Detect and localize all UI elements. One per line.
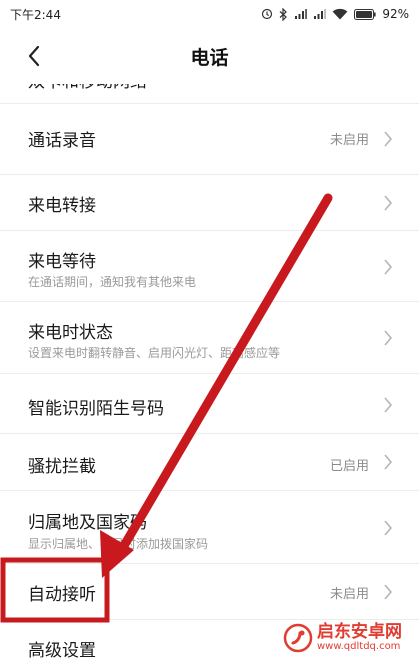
item-title: 骚扰拦截 [28, 457, 96, 477]
item-status: 已启用 [329, 459, 369, 474]
chevron-left-icon [28, 45, 40, 67]
item-title: 来电转接 [28, 196, 96, 216]
wifi-icon [332, 8, 348, 20]
watermark-url: www.qdltdq.com [317, 641, 401, 652]
item-subtitle: 在通话期间，通知我有其他来电 [28, 275, 197, 289]
settings-list: 双卡和移动网络 通话录音 未启用 来电转接 来电等待 在通话期间，通知我有其他来… [0, 84, 419, 661]
chevron-right-icon [384, 584, 393, 600]
chevron-right-icon [384, 330, 393, 346]
chevron-right-icon [384, 520, 393, 536]
item-status: 未启用 [329, 133, 369, 148]
item-status: 未启用 [329, 587, 369, 602]
item-title: 通话录音 [28, 131, 96, 151]
watermark-text: 启东安卓网 www.qdltdq.com [317, 623, 402, 653]
chevron-right-icon [384, 195, 393, 211]
item-title: 来电等待 [28, 252, 96, 272]
list-item-location-country-code[interactable]: 归属地及国家码 显示归属地、拨号时添加拨国家码 [0, 491, 419, 564]
watermark: 启东安卓网 www.qdltdq.com [283, 618, 417, 658]
list-item-incoming-call-state[interactable]: 来电时状态 设置来电时翻转静音、启用闪光灯、距离感应等 [0, 302, 419, 374]
signal-icon [314, 9, 327, 19]
watermark-name: 启东安卓网 [317, 622, 402, 642]
item-title: 高级设置 [28, 641, 96, 661]
item-title: 自动接听 [28, 585, 96, 605]
item-subtitle: 设置来电时翻转静音、启用闪光灯、距离感应等 [28, 346, 281, 360]
chevron-right-icon [384, 397, 393, 413]
item-subtitle: 显示归属地、拨号时添加拨国家码 [28, 537, 209, 551]
item-title: 归属地及国家码 [28, 513, 147, 533]
signal-icon [295, 9, 308, 19]
list-item-call-forwarding[interactable]: 来电转接 [0, 175, 419, 231]
list-item-smart-caller-id[interactable]: 智能识别陌生号码 [0, 374, 419, 434]
nav-bar: 电话 [0, 28, 419, 84]
page-title: 电话 [190, 46, 229, 69]
item-title: 双卡和移动网络 [28, 84, 147, 92]
battery-percent: 92% [382, 7, 409, 21]
list-item-call-waiting[interactable]: 来电等待 在通话期间，通知我有其他来电 [0, 231, 419, 302]
item-title: 来电时状态 [28, 323, 113, 343]
bluetooth-icon [279, 7, 288, 21]
list-item-harassment-block[interactable]: 骚扰拦截 已启用 [0, 434, 419, 491]
chevron-right-icon [384, 131, 393, 147]
status-icons: 92% [261, 7, 409, 21]
item-title: 智能识别陌生号码 [28, 399, 164, 419]
list-item-auto-answer[interactable]: 自动接听 未启用 [0, 564, 419, 620]
status-bar: 下午2:44 92% [0, 0, 419, 28]
battery-icon [354, 8, 376, 20]
chevron-right-icon [384, 259, 393, 275]
list-item-dual-sim[interactable]: 双卡和移动网络 [0, 84, 419, 104]
notification-icon [262, 8, 273, 20]
back-button[interactable] [20, 42, 48, 70]
chevron-right-icon [384, 454, 393, 470]
list-item-call-recording[interactable]: 通话录音 未启用 [0, 104, 419, 175]
status-time: 下午2:44 [10, 7, 61, 22]
watermark-logo-icon [283, 623, 313, 653]
